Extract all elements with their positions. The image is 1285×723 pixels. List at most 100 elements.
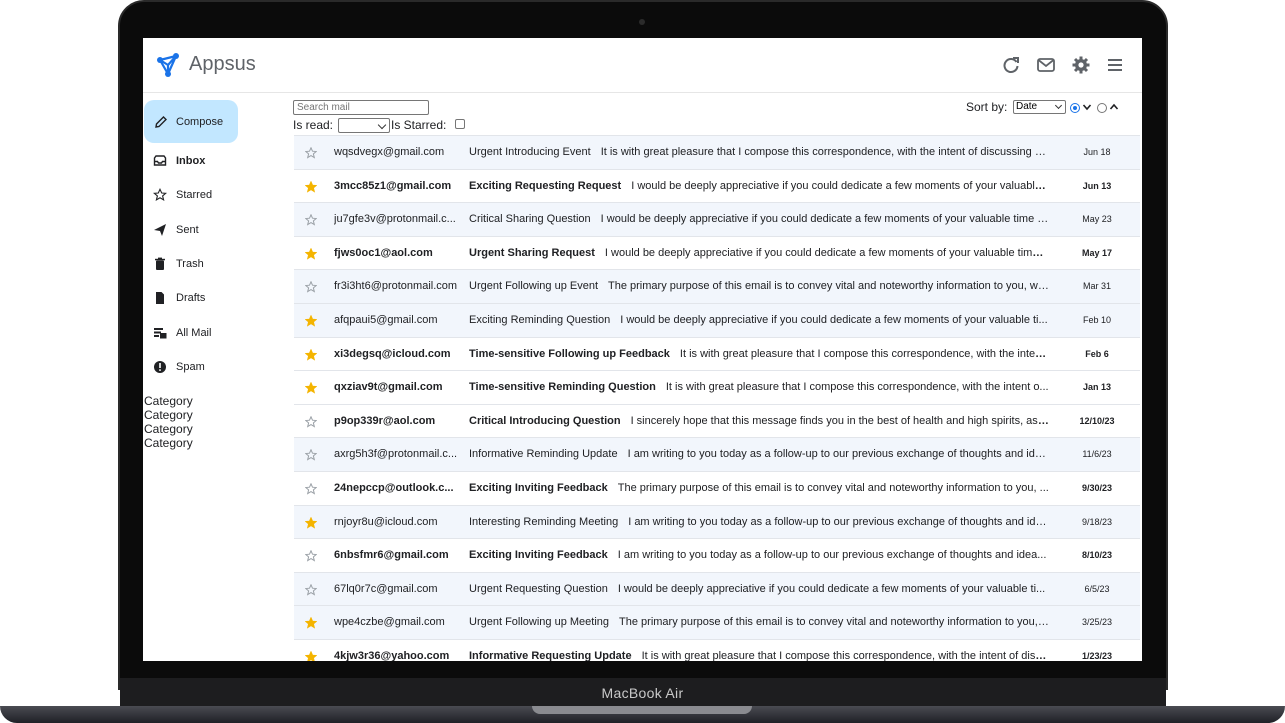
email-row[interactable]: 6nbsfmr6@gmail.com Exciting Inviting Feed… (294, 538, 1140, 572)
email-preview: Urgent Following up Meeting The primary p… (469, 616, 1049, 628)
email-subject: Critical Sharing Question (469, 213, 591, 226)
email-subject: Time-sensitive Following up Feedback (469, 347, 670, 360)
star-outline-icon[interactable] (305, 550, 317, 562)
trash-icon (155, 257, 165, 270)
sidebar-item-label: Trash (176, 258, 204, 270)
star-filled-icon[interactable] (305, 516, 317, 529)
email-row[interactable]: ju7gfe3v@protonmail.c... Critical Sharing… (294, 202, 1140, 236)
email-row[interactable]: 3mcc85z1@gmail.com Exciting Requesting Re… (294, 168, 1140, 203)
compose-button[interactable]: Compose (144, 100, 238, 143)
email-row[interactable]: xi3degsq@icloud.com Time-sensitive Follow… (294, 336, 1140, 371)
star-outline-icon[interactable] (305, 449, 317, 461)
send-icon (154, 224, 166, 236)
star-filled-icon[interactable] (305, 650, 317, 661)
email-snippet: It is with great pleasure that I compose… (665, 381, 1049, 394)
category-item[interactable]: Category (144, 436, 193, 450)
is-starred-checkbox[interactable] (455, 119, 465, 129)
email-sender: afqpaui5@gmail.com (334, 313, 438, 326)
email-preview: Informative Reminding Update I am writing… (469, 448, 1049, 460)
email-preview: Informative Requesting Update It is with … (469, 650, 1049, 661)
all-mail-icon (154, 328, 167, 339)
email-date: 11/6/23 (1082, 449, 1112, 460)
star-outline-icon[interactable] (305, 147, 317, 159)
email-row[interactable]: fjws0oc1@aol.com Urgent Sharing Request I … (294, 235, 1140, 270)
email-row[interactable]: 24nepccp@outlook.c... Exciting Inviting F… (294, 470, 1140, 505)
settings-icon[interactable] (1071, 55, 1091, 75)
email-subject: Informative Requesting Update (469, 649, 632, 661)
email-subject: Critical Introducing Question (469, 414, 621, 427)
is-read-select[interactable] (338, 118, 390, 133)
laptop-notch (532, 706, 752, 714)
category-item[interactable]: Category (144, 408, 193, 422)
email-date: Feb 6 (1085, 348, 1109, 359)
email-sender: 4kjw3r36@yahoo.com (334, 649, 450, 661)
email-row[interactable]: rnjoyr8u@icloud.com Interesting Reminding… (294, 504, 1140, 539)
email-row[interactable]: axrg5h3f@protonmail.c... Informative Remi… (294, 437, 1140, 471)
email-preview: Exciting Reminding Question I would be de… (469, 314, 1049, 326)
email-date: 9/18/23 (1081, 516, 1113, 527)
app-title[interactable]: Appsus (189, 53, 256, 76)
email-snippet: I would be deeply appreciative if you co… (604, 246, 1049, 259)
category-item[interactable]: Category (144, 394, 193, 408)
email-date: Jun 18 (1083, 147, 1111, 157)
email-sender: qxziav9t@gmail.com (334, 381, 443, 394)
email-snippet: It is with great pleasure that I compose… (679, 347, 1049, 360)
email-sender: fjws0oc1@aol.com (334, 246, 433, 259)
email-sender: axrg5h3f@protonmail.c... (334, 448, 458, 461)
star-filled-icon[interactable] (305, 180, 317, 193)
star-filled-icon[interactable] (305, 348, 317, 361)
email-sender: 6nbsfmr6@gmail.com (334, 549, 449, 562)
email-sender: ju7gfe3v@protonmail.c... (334, 213, 456, 226)
star-filled-icon[interactable] (305, 382, 317, 394)
category-item[interactable]: Category (144, 422, 193, 436)
refresh-icon[interactable] (1001, 55, 1021, 75)
logo-icon[interactable] (156, 53, 180, 77)
sort-asc-radio[interactable] (1097, 103, 1107, 113)
email-date: 9/30/23 (1081, 482, 1113, 493)
email-subject: Urgent Requesting Question (469, 582, 608, 595)
email-row[interactable]: p9op339r@aol.com Critical Introducing Que… (294, 403, 1140, 438)
email-snippet: I am writing to you today as a follow-up… (617, 549, 1047, 562)
email-date: Mar 31 (1082, 281, 1111, 292)
email-row[interactable]: 67lq0r7c@gmail.com Urgent Requesting Ques… (294, 571, 1140, 606)
email-row[interactable]: 4kjw3r36@yahoo.com Informative Requesting… (294, 638, 1140, 661)
star-outline-icon[interactable] (305, 214, 317, 226)
email-sender: xi3degsq@icloud.com (334, 347, 451, 360)
sort-desc-radio[interactable] (1070, 103, 1080, 113)
menu-icon[interactable] (1105, 55, 1125, 75)
star-filled-icon[interactable] (305, 314, 317, 327)
chevron-up-icon (1109, 103, 1119, 110)
star-outline-icon[interactable] (305, 482, 317, 495)
email-subject: Urgent Introducing Event (469, 146, 591, 158)
email-row[interactable]: fr3i3ht6@protonmail.com Urgent Following … (294, 269, 1140, 303)
star-outline-icon[interactable] (305, 583, 317, 596)
search-input[interactable] (293, 100, 429, 115)
mail-icon[interactable] (1036, 55, 1056, 75)
email-row[interactable]: wqsdvegx@gmail.com Urgent Introducing Eve… (294, 135, 1140, 169)
sidebar-item-label: Drafts (176, 292, 206, 304)
email-sender: wpe4czbe@gmail.com (334, 616, 445, 629)
email-snippet: It is with great pleasure that I compose… (641, 649, 1049, 661)
email-date: 12/10/23 (1079, 415, 1115, 426)
sort-select[interactable]: Date (1013, 100, 1066, 114)
star-filled-icon[interactable] (305, 617, 317, 629)
email-row[interactable]: wpe4czbe@gmail.com Urgent Following up Me… (294, 605, 1140, 639)
email-sender: rnjoyr8u@icloud.com (334, 515, 438, 528)
pencil-icon (155, 116, 167, 128)
app-header: Appsus (143, 38, 1142, 93)
star-filled-icon[interactable] (305, 247, 317, 260)
email-row[interactable]: qxziav9t@gmail.com Time-sensitive Remindi… (294, 370, 1140, 404)
email-snippet: I would be deeply appreciative if you co… (600, 213, 1049, 226)
email-snippet: I would be deeply appreciative if you co… (620, 313, 1048, 326)
email-preview: Exciting Inviting Feedback The primary pu… (469, 482, 1049, 494)
star-icon (153, 188, 167, 202)
email-list: wqsdvegx@gmail.com Urgent Introducing Eve… (294, 135, 1140, 661)
star-outline-icon[interactable] (305, 281, 317, 294)
email-preview: Urgent Following up Event The primary pur… (469, 280, 1049, 292)
star-outline-icon[interactable] (305, 415, 317, 428)
email-preview: Exciting Inviting Feedback I am writing t… (469, 549, 1049, 561)
email-snippet: I am writing to you today as a follow-up… (628, 515, 1049, 528)
email-subject: Exciting Inviting Feedback (469, 549, 608, 562)
email-row[interactable]: afqpaui5@gmail.com Exciting Reminding Que… (294, 302, 1140, 337)
email-preview: Interesting Reminding Meeting I am writin… (469, 516, 1049, 528)
